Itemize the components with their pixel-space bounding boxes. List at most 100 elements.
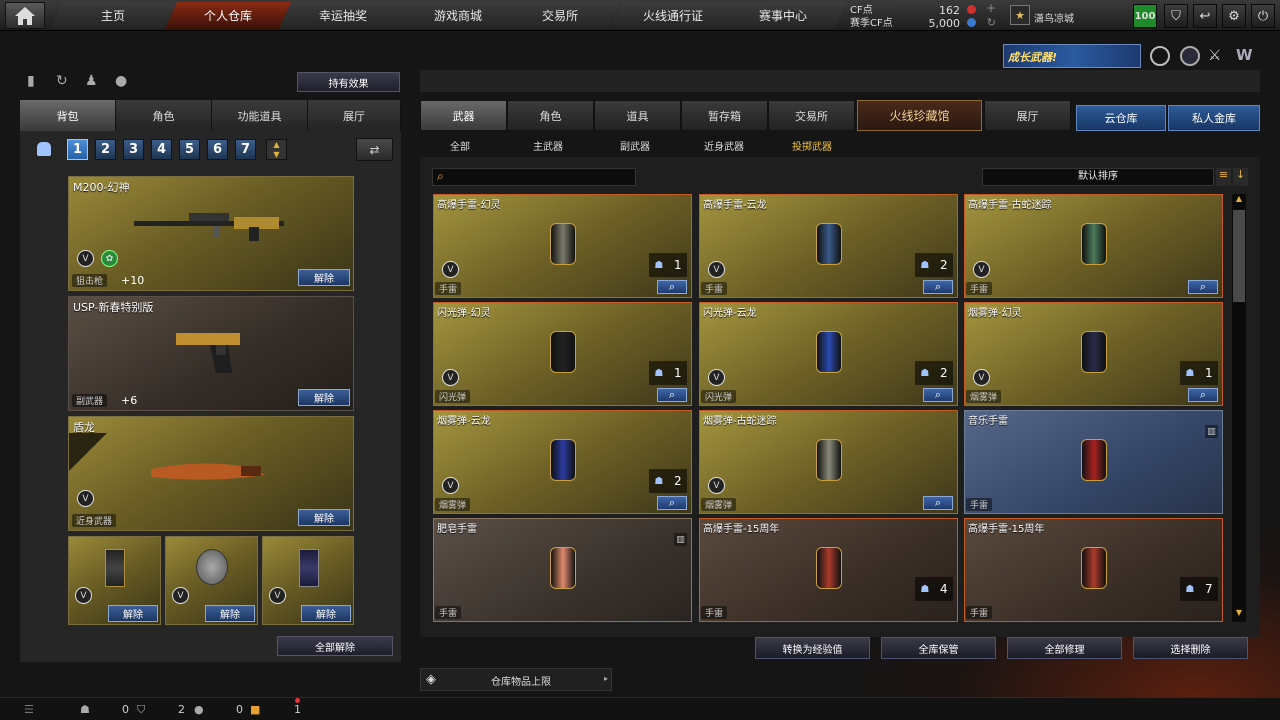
stats-icon[interactable]: ▮ (27, 73, 35, 89)
slot-secondary[interactable]: USP-新春特别版 副武器 +6 解除 (68, 296, 354, 411)
nav-pass[interactable]: 火线通行证 (610, 2, 736, 29)
tab-characters[interactable]: 角色 (507, 100, 594, 131)
nav-events[interactable]: 赛事中心 (720, 2, 846, 29)
inspect-button[interactable]: ⌕ (1188, 280, 1218, 294)
badge-globe-icon[interactable] (1180, 46, 1200, 66)
inspect-button[interactable]: ⌕ (923, 280, 953, 294)
item-card[interactable]: 高爆手雷-古蛇迷踪 V 手雷 ⌕ (964, 194, 1223, 298)
storage-limit-bar[interactable]: ◈ 仓库物品上限 ▸ (420, 668, 612, 691)
slot-throw-2-unequip-button[interactable]: 解除 (205, 605, 255, 622)
ghost-icon[interactable]: ☗ (80, 703, 90, 716)
item-card[interactable]: 肥皂手雷 手雷 ▥ (433, 518, 692, 622)
inspect-button[interactable]: ⌕ (657, 496, 687, 510)
sort-dropdown[interactable]: 默认排序 (982, 168, 1214, 186)
tab-storage[interactable]: 暂存箱 (681, 100, 768, 131)
shield-icon[interactable]: ⛉ (1164, 4, 1188, 28)
scroll-up-icon[interactable]: ▲ (1232, 194, 1246, 208)
nav-exchange[interactable]: 交易所 (500, 2, 620, 29)
item-card[interactable]: 烟雾弹-古蛇迷踪 V 烟雾弹 ⌕ (699, 410, 958, 514)
scrollbar-track[interactable]: ▲ ▼ (1232, 194, 1246, 622)
page-updown-icon[interactable]: ▲ ▼ (266, 139, 287, 160)
page-3[interactable]: 3 (123, 139, 144, 160)
search-input[interactable]: ⌕ (432, 168, 636, 186)
tab-items[interactable]: 道具 (594, 100, 681, 131)
inspect-button[interactable]: ⌕ (657, 388, 687, 402)
scrollbar-thumb[interactable] (1233, 210, 1245, 302)
item-card[interactable]: 高爆手雷-幻灵 V 手雷 ☗ 1 ⌕ (433, 194, 692, 298)
page-6[interactable]: 6 (207, 139, 228, 160)
tab-character[interactable]: 角色 (116, 100, 212, 131)
slot-melee-unequip-button[interactable]: 解除 (298, 509, 350, 526)
power-icon[interactable]: ⏻ (1251, 4, 1275, 28)
tab-backpack[interactable]: 背包 (20, 100, 116, 131)
home-icon[interactable] (5, 2, 45, 29)
slot-melee[interactable]: 盾龙 V 近身武器 解除 (68, 416, 354, 531)
tab-weapons[interactable]: 武器 (420, 100, 507, 131)
tab-showroom[interactable]: 展厅 (308, 100, 401, 131)
page-4[interactable]: 4 (151, 139, 172, 160)
slot-primary[interactable]: M200-幻神 V ✿ 狙击枪 +10 解除 (68, 176, 354, 291)
character-icon[interactable]: ♟ (85, 73, 98, 89)
slot-throw-2[interactable]: V 解除 (165, 536, 258, 625)
subtab-primary[interactable]: 主武器 (533, 138, 563, 153)
tab-exchange[interactable]: 交易所 (768, 100, 855, 131)
item-card[interactable]: 闪光弹-云龙 V 闪光弹 ☗ 2 ⌕ (699, 302, 958, 406)
nav-home[interactable]: 主页 (50, 2, 176, 29)
tab-showroom[interactable]: 展厅 (984, 100, 1071, 131)
tab-collection[interactable]: 火线珍藏馆 (857, 100, 982, 131)
growth-weapon-banner[interactable]: 成长武器! (1003, 44, 1141, 68)
item-card[interactable]: 高爆手雷-15周年 手雷 ☗ 7 (964, 518, 1223, 622)
badge-v-icon[interactable] (1150, 46, 1170, 66)
grenade-icon[interactable]: ● (115, 73, 127, 89)
subtab-throwing[interactable]: 投掷武器 (792, 138, 832, 153)
slot-throw-1-unequip-button[interactable]: 解除 (108, 605, 158, 622)
item-card[interactable]: 高爆手雷-15周年 手雷 ☗ 4 (699, 518, 958, 622)
return-icon[interactable]: ↩ (1193, 4, 1217, 28)
page-7[interactable]: 7 (235, 139, 256, 160)
tab-private-vault[interactable]: 私人金库 (1168, 105, 1260, 131)
badge-sword-icon[interactable]: ⚔ (1208, 46, 1228, 66)
item-card[interactable]: 烟雾弹-云龙 V 烟雾弹 ☗ 2 ⌕ (433, 410, 692, 514)
chat-icon[interactable]: ● (194, 703, 204, 716)
repair-all-button[interactable]: 全部修理 (1007, 637, 1122, 659)
rotate-icon[interactable]: ↻ (56, 73, 68, 89)
swap-loadout-icon[interactable]: ⇄ (356, 138, 393, 161)
inspect-button[interactable]: ⌕ (923, 496, 953, 510)
slot-throw-3[interactable]: V 解除 (262, 536, 354, 625)
item-card[interactable]: 高爆手雷-云龙 V 手雷 ☗ 2 ⌕ (699, 194, 958, 298)
page-1[interactable]: 1 (67, 139, 88, 160)
subtab-secondary[interactable]: 副武器 (620, 138, 650, 153)
item-card[interactable]: 烟雾弹-幻灵 V 烟雾弹 ☗ 1 ⌕ (964, 302, 1223, 406)
page-5[interactable]: 5 (179, 139, 200, 160)
item-card[interactable]: 音乐手雷 手雷 ▥ (964, 410, 1223, 514)
list-view-icon[interactable]: ≡ (1216, 168, 1231, 186)
tab-cloud-storage[interactable]: 云仓库 (1076, 105, 1166, 131)
inspect-button[interactable]: ⌕ (923, 388, 953, 402)
subtab-all[interactable]: 全部 (450, 138, 470, 153)
slot-throw-1[interactable]: V 解除 (68, 536, 161, 625)
select-delete-button[interactable]: 选择删除 (1133, 637, 1248, 659)
trash-icon[interactable]: ▥ (1205, 425, 1218, 438)
scroll-down-icon[interactable]: ▼ (1232, 608, 1246, 622)
inspect-button[interactable]: ⌕ (1188, 388, 1218, 402)
slot-primary-unequip-button[interactable]: 解除 (298, 269, 350, 286)
shield-status-icon[interactable]: ⛉ (137, 703, 145, 717)
badge-w-icon[interactable]: W (1236, 46, 1258, 66)
settings-icon[interactable]: ⚙ (1222, 4, 1246, 28)
effects-button[interactable]: 持有效果 (297, 72, 400, 92)
slot-throw-3-unequip-button[interactable]: 解除 (301, 605, 351, 622)
convert-exp-button[interactable]: 转换为经验值 (755, 637, 870, 659)
item-card[interactable]: 闪光弹-幻灵 V 闪光弹 ☗ 1 ⌕ (433, 302, 692, 406)
gift-icon[interactable]: ■ (250, 703, 260, 716)
inspect-button[interactable]: ⌕ (657, 280, 687, 294)
nav-warehouse[interactable]: 个人仓库 (165, 2, 291, 29)
trash-icon[interactable]: ▥ (674, 533, 687, 546)
menu-icon[interactable]: ☰ (24, 703, 34, 716)
nav-lottery[interactable]: 幸运抽奖 (280, 2, 406, 29)
subtab-melee[interactable]: 近身武器 (704, 138, 744, 153)
add-icon[interactable]: + (986, 2, 996, 15)
slot-secondary-unequip-button[interactable]: 解除 (298, 389, 350, 406)
refresh-icon[interactable]: ↻ (987, 16, 996, 29)
page-2[interactable]: 2 (95, 139, 116, 160)
sort-direction-icon[interactable]: ↓ (1233, 168, 1248, 186)
